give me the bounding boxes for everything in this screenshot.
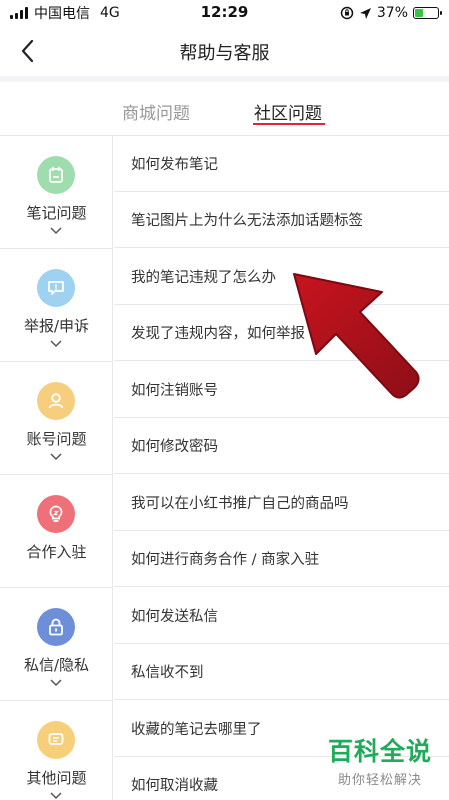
category-label: 其他问题: [26, 769, 87, 787]
question-text: 如何修改密码: [131, 439, 218, 455]
question-item[interactable]: 我的笔记违规了怎么办: [114, 249, 449, 305]
battery-percent: 37%: [376, 5, 408, 21]
orientation-lock-icon: [340, 6, 354, 20]
question-item[interactable]: 我可以在小红书推广自己的商品吗: [114, 475, 449, 531]
category-label: 私信/隐私: [23, 656, 90, 674]
message-icon: [48, 733, 64, 745]
tab-community-questions[interactable]: 社区问题: [254, 99, 322, 124]
category-cooperation[interactable]: 合作入驻: [0, 475, 113, 588]
battery-fill: [415, 9, 424, 17]
lock-icon: [49, 618, 63, 636]
question-text: 如何进行商务合作 / 商家入驻: [131, 552, 320, 568]
chevron-down-icon: [50, 340, 62, 348]
watermark-subtitle: 助你轻松解决: [337, 773, 422, 788]
category-label: 举报/申诉: [23, 317, 90, 335]
question-text: 我的笔记违规了怎么办: [131, 270, 276, 286]
category-privacy[interactable]: 私信/隐私: [0, 588, 113, 701]
calendar-note-icon: [49, 167, 63, 183]
header: 帮助与客服: [0, 26, 449, 76]
category-icon-circle: [37, 721, 75, 759]
category-icon-circle: [37, 156, 75, 194]
category-account[interactable]: 账号问题: [0, 362, 113, 475]
chevron-down-icon: [50, 679, 62, 687]
question-text: 私信收不到: [131, 665, 204, 681]
chat-bubble-icon: [48, 281, 64, 295]
status-right: 37%: [340, 4, 442, 22]
question-text: 如何发送私信: [131, 609, 218, 625]
question-text: 笔记图片上为什么无法添加话题标签: [131, 213, 363, 229]
category-report[interactable]: 举报/申诉: [0, 249, 113, 362]
tab-bar: 商城问题 社区问题: [0, 82, 449, 136]
category-note[interactable]: 笔记问题: [0, 136, 113, 249]
battery-icon: [413, 7, 442, 19]
question-text: 我可以在小红书推广自己的商品吗: [131, 496, 349, 512]
question-text: 如何发布笔记: [131, 157, 218, 173]
chevron-down-icon: [50, 227, 62, 235]
chevron-down-icon: [50, 792, 62, 800]
category-column: 笔记问题 举报/申诉 账号问题 合作入驻 私信/隐私 其他问题: [0, 136, 113, 800]
question-text: 发现了违规内容，如何举报: [131, 326, 305, 342]
question-item[interactable]: 如何注销账号: [114, 362, 449, 418]
question-item[interactable]: 如何修改密码: [114, 418, 449, 474]
active-tab-indicator: [253, 123, 325, 125]
category-other[interactable]: 其他问题: [0, 701, 113, 800]
watermark-title: 百科全说: [327, 737, 432, 766]
category-label: 账号问题: [26, 430, 87, 448]
question-item[interactable]: 如何进行商务合作 / 商家入驻: [114, 531, 449, 587]
person-icon: [48, 393, 64, 409]
question-text: 如何注销账号: [131, 383, 218, 399]
question-text: 收藏的笔记去哪里了: [131, 722, 262, 738]
question-item[interactable]: 私信收不到: [114, 644, 449, 700]
question-text: 如何取消收藏: [131, 778, 218, 794]
watermark: 百科全说 助你轻松解决: [325, 732, 435, 788]
question-item[interactable]: 发现了违规内容，如何举报: [114, 305, 449, 361]
status-bar: 中国电信 4G 12:29 37%: [0, 0, 449, 26]
chevron-down-icon: [50, 453, 62, 461]
category-label: 笔记问题: [26, 204, 87, 222]
tab-mall-questions[interactable]: 商城问题: [122, 99, 190, 124]
lightbulb-icon: [49, 505, 63, 522]
category-icon-circle: [37, 608, 75, 646]
category-icon-circle: [37, 382, 75, 420]
question-item[interactable]: 笔记图片上为什么无法添加话题标签: [114, 192, 449, 248]
category-icon-circle: [37, 495, 75, 533]
category-label: 合作入驻: [26, 543, 87, 561]
location-icon: [359, 7, 371, 19]
category-icon-circle: [37, 269, 75, 307]
page-title: 帮助与客服: [179, 43, 270, 64]
question-item[interactable]: 如何发布笔记: [114, 136, 449, 192]
question-item[interactable]: 如何发送私信: [114, 588, 449, 644]
